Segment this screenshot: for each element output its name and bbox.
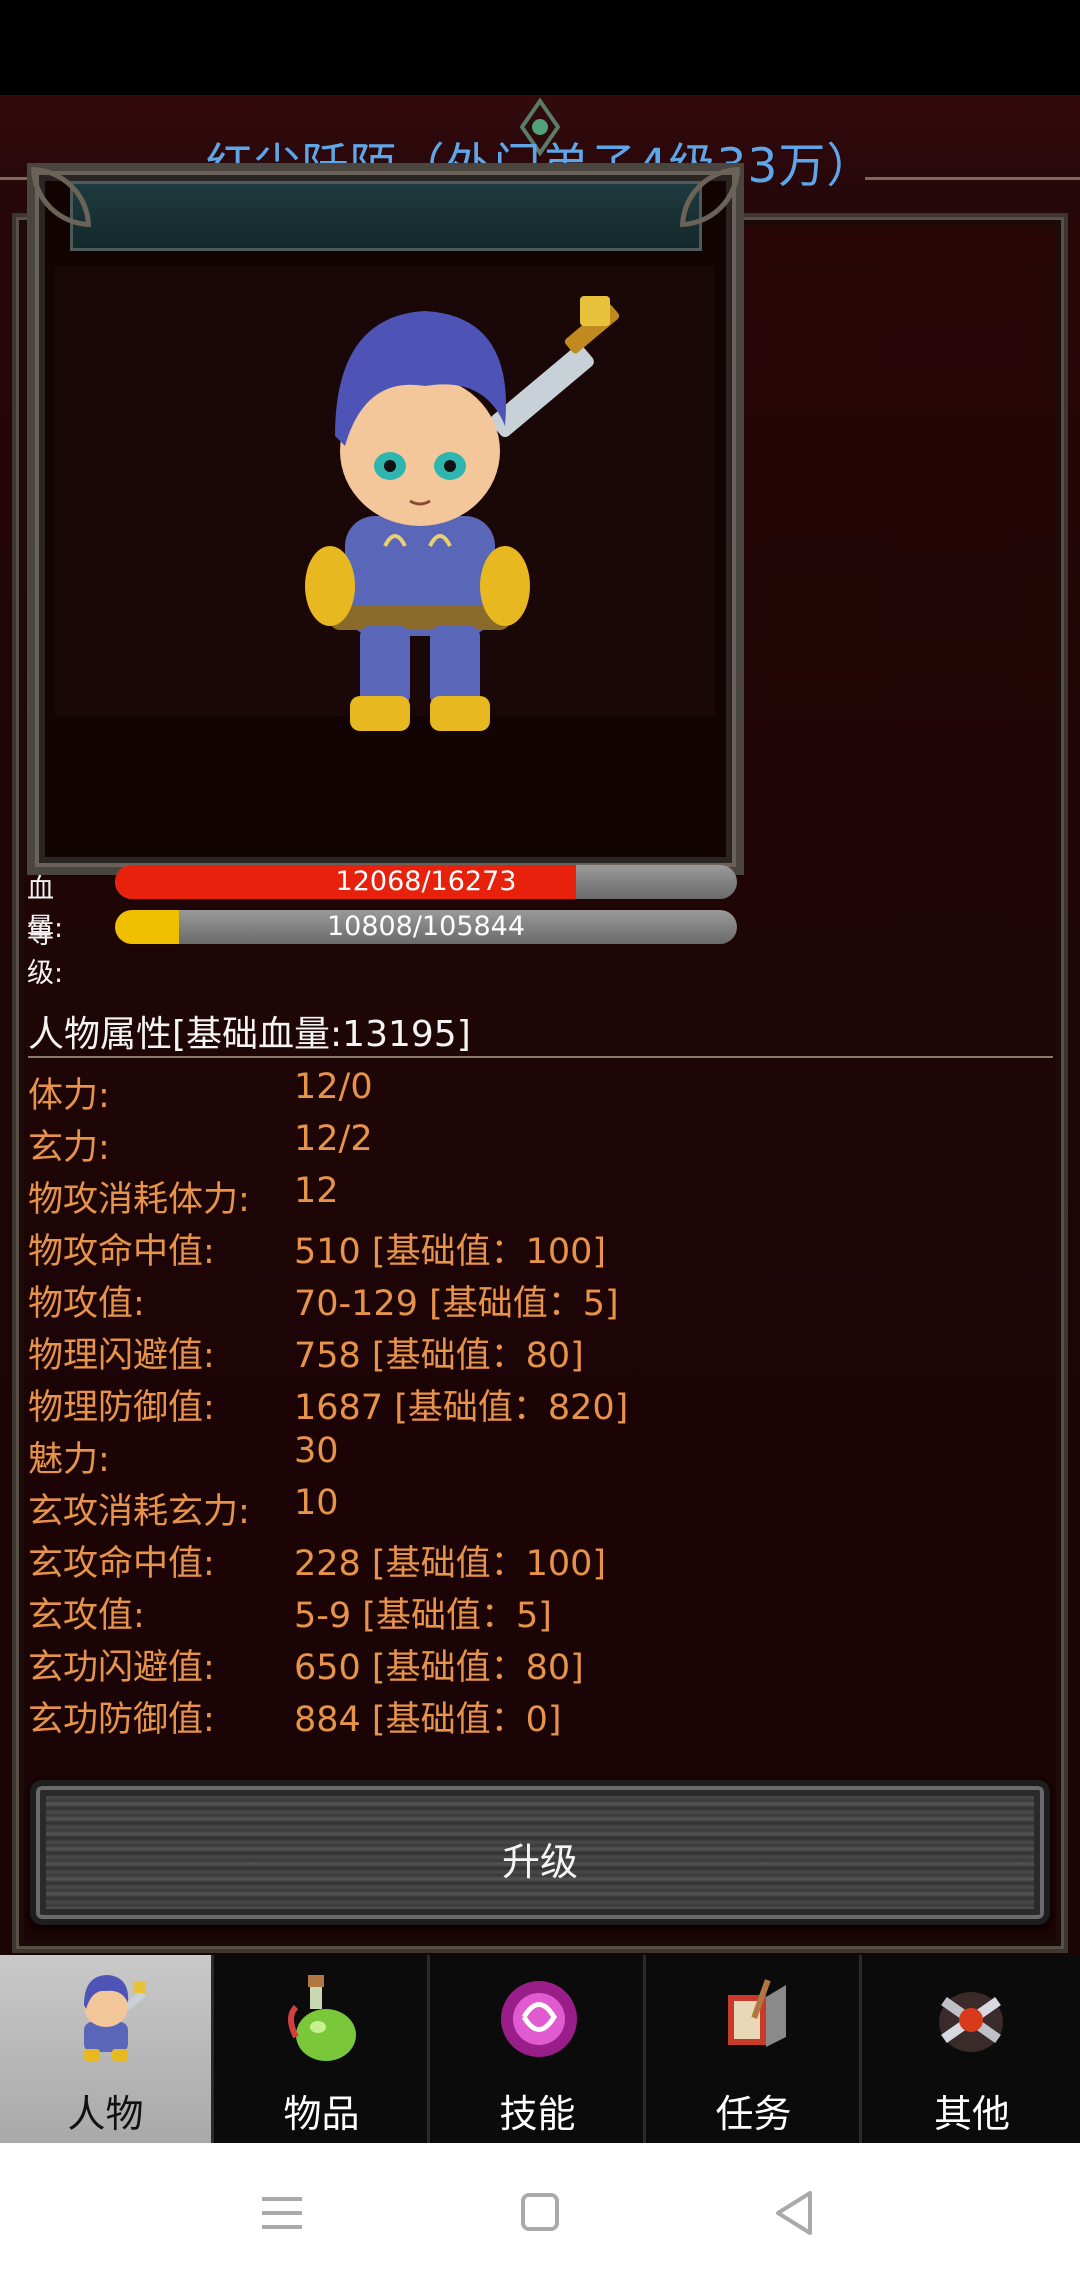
tab-items[interactable]: 物品 xyxy=(216,1955,430,2143)
portrait-nameplate xyxy=(70,181,702,251)
exp-value: 10808/105844 xyxy=(326,911,526,942)
home-square-icon[interactable] xyxy=(510,2185,570,2241)
hp-value: 12068/16273 xyxy=(335,866,517,897)
attribute-name: 物理防御值: xyxy=(28,1388,215,1428)
character-icon xyxy=(84,1975,146,2061)
tab-skills[interactable]: 技能 xyxy=(432,1955,646,2143)
tab-label: 其他 xyxy=(933,2092,1010,2136)
attribute-value: 228 [基础值：100] xyxy=(294,1544,607,1584)
attribute-value: 510 [基础值：100] xyxy=(294,1232,607,1272)
tab-label: 技能 xyxy=(499,2092,576,2136)
attribute-value: 12/0 xyxy=(294,1067,373,1107)
attribute-row: 物理防御值: 1687 [基础值：820] xyxy=(28,1375,1048,1428)
attributes-heading: 人物属性[基础血量:13195] xyxy=(28,1014,471,1055)
attribute-value: 650 [基础值：80] xyxy=(294,1648,584,1688)
potion-icon xyxy=(288,1975,356,2061)
tab-bar: 人物 物品 技能 任务 其他 xyxy=(0,1955,1080,2143)
attribute-row: 物攻值: 70-129 [基础值：5] xyxy=(28,1271,1048,1324)
frame-corner-ornament xyxy=(680,167,740,227)
attribute-name: 玄攻消耗玄力: xyxy=(28,1492,250,1532)
attribute-value: 1687 [基础值：820] xyxy=(294,1388,629,1428)
attribute-value: 10 xyxy=(294,1483,339,1523)
attribute-value: 884 [基础值：0] xyxy=(294,1700,562,1740)
attribute-row: 物理闪避值: 758 [基础值：80] xyxy=(28,1323,1048,1376)
status-bar xyxy=(0,0,1080,95)
attribute-name: 玄攻值: xyxy=(28,1596,145,1636)
portrait-frame xyxy=(27,163,744,875)
attribute-row: 玄功防御值: 884 [基础值：0] xyxy=(28,1687,1048,1740)
tab-character[interactable]: 人物 xyxy=(0,1955,214,2143)
attribute-name: 物攻消耗体力: xyxy=(28,1180,250,1220)
attributes-list: 体力: 12/0 玄力: 12/2 物攻消耗体力: 12 物攻命中值: 510 [基础值：10… xyxy=(28,1063,1048,1740)
hp-bar: 12068/16273 xyxy=(115,865,737,899)
attribute-value: 758 [基础值：80] xyxy=(294,1336,584,1376)
attribute-value: 12/2 xyxy=(294,1119,373,1159)
tab-quests[interactable]: 任务 xyxy=(648,1955,862,2143)
attribute-value: 30 xyxy=(294,1431,339,1471)
exp-bar: 10808/105844 xyxy=(115,910,737,944)
attribute-row: 魅力: 30 xyxy=(28,1427,1048,1480)
attribute-row: 物攻消耗体力: 12 xyxy=(28,1167,1048,1220)
crossed-swords-icon xyxy=(939,1992,1003,2052)
menu-icon[interactable] xyxy=(252,2185,312,2241)
quest-book-icon xyxy=(728,1979,786,2047)
back-triangle-icon[interactable] xyxy=(766,2185,826,2241)
attribute-name: 物攻命中值: xyxy=(28,1232,215,1272)
sword-icon xyxy=(490,296,620,438)
attribute-name: 玄攻命中值: xyxy=(28,1544,215,1584)
frame-corner-ornament xyxy=(31,167,91,227)
attribute-name: 玄功闪避值: xyxy=(28,1648,215,1688)
tab-label: 物品 xyxy=(283,2092,360,2136)
attributes-divider xyxy=(28,1056,1053,1058)
attribute-row: 玄攻命中值: 228 [基础值：100] xyxy=(28,1531,1048,1584)
portrait-background xyxy=(55,266,715,731)
character-avatar xyxy=(305,296,620,731)
tab-label: 人物 xyxy=(67,2092,144,2136)
attribute-row: 物攻命中值: 510 [基础值：100] xyxy=(28,1219,1048,1272)
upgrade-button-label: 升级 xyxy=(501,1840,578,1884)
attribute-row: 体力: 12/0 xyxy=(28,1063,1048,1116)
system-nav-bar xyxy=(0,2143,1080,2280)
attribute-row: 玄攻消耗玄力: 10 xyxy=(28,1479,1048,1532)
attribute-name: 体力: xyxy=(28,1076,110,1116)
attribute-row: 玄力: 12/2 xyxy=(28,1115,1048,1168)
attribute-name: 物攻值: xyxy=(28,1284,145,1324)
attribute-value: 12 xyxy=(294,1171,339,1211)
upgrade-button[interactable]: 升级 xyxy=(30,1780,1050,1925)
level-label: 等级: xyxy=(27,919,64,989)
attribute-value: 70-129 [基础值：5] xyxy=(294,1284,619,1324)
skill-orb-icon xyxy=(501,1981,577,2057)
attribute-value: 5-9 [基础值：5] xyxy=(294,1596,552,1636)
attribute-name: 物理闪避值: xyxy=(28,1336,215,1376)
attribute-name: 玄功防御值: xyxy=(28,1700,215,1740)
attribute-row: 玄攻值: 5-9 [基础值：5] xyxy=(28,1583,1048,1636)
tab-label: 任务 xyxy=(715,2092,792,2136)
attribute-name: 魅力: xyxy=(28,1440,110,1480)
attribute-name: 玄力: xyxy=(28,1128,110,1168)
tab-other[interactable]: 其他 xyxy=(864,1955,1080,2143)
attribute-row: 玄功闪避值: 650 [基础值：80] xyxy=(28,1635,1048,1688)
